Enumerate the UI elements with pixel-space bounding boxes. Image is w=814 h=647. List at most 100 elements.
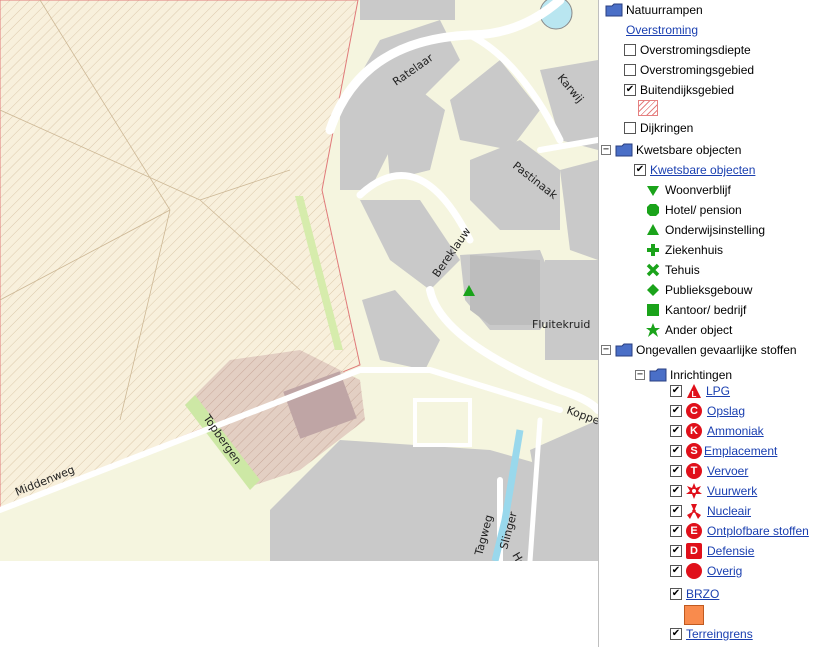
- group-ongevallen[interactable]: − Ongevallen gevaarlijke stoffen: [601, 340, 797, 360]
- layer-label: Overstromingsdiepte: [640, 43, 751, 57]
- layer-row[interactable]: Overstromingsdiepte: [624, 40, 751, 60]
- legend-item: Tehuis: [645, 260, 700, 280]
- layer-row[interactable]: D Defensie: [670, 541, 754, 561]
- map-view[interactable]: Ratelaar Karwij Pastinaak Bereklauw Flui…: [0, 0, 598, 561]
- group-label-ongevallen: Ongevallen gevaarlijke stoffen: [636, 343, 797, 357]
- link-opslag[interactable]: Opslag: [707, 404, 745, 418]
- legend-item: Kantoor/ bedrijf: [645, 300, 746, 320]
- ammoniak-circle-icon: K: [686, 423, 702, 439]
- checkbox-checked[interactable]: [670, 588, 682, 600]
- overig-circle-icon: [686, 563, 702, 579]
- group-label-inrichtingen: Inrichtingen: [670, 368, 733, 382]
- group-kwetsbare[interactable]: − Kwetsbare objecten: [601, 140, 741, 160]
- svg-text:L: L: [692, 390, 697, 399]
- legend-item-label: Kantoor/ bedrijf: [665, 303, 747, 317]
- link-overstroming[interactable]: Overstroming: [626, 23, 698, 37]
- legend-item: Ander object: [645, 320, 732, 340]
- layer-row[interactable]: S Emplacement: [670, 441, 777, 461]
- checkbox-checked[interactable]: [670, 425, 682, 437]
- legend-item-label: Publieksgebouw: [665, 283, 753, 297]
- folder-icon: [605, 3, 623, 17]
- collapse-toggle-icon[interactable]: −: [635, 370, 645, 380]
- link-vervoer[interactable]: Vervoer: [707, 464, 748, 478]
- group-natuurrampen[interactable]: Natuurrampen: [605, 0, 703, 20]
- layer-row[interactable]: T Vervoer: [670, 461, 748, 481]
- star-icon: [646, 323, 660, 337]
- layer-row[interactable]: C Opslag: [670, 401, 745, 421]
- octagon-icon: [647, 204, 659, 216]
- layer-row[interactable]: Overstromingsgebied: [624, 60, 754, 80]
- checkbox-checked[interactable]: [670, 385, 682, 397]
- link-terreingrens[interactable]: Terreingrens: [686, 627, 753, 641]
- cross-icon: [646, 263, 660, 277]
- checkbox-checked[interactable]: [670, 565, 682, 577]
- layer-row[interactable]: Kwetsbare objecten: [634, 160, 755, 180]
- legend-item-label: Onderwijsinstelling: [665, 223, 766, 237]
- legend-item: Ziekenhuis: [645, 240, 723, 260]
- link-lpg[interactable]: LPG: [706, 384, 730, 398]
- buitendijks-swatch: [638, 100, 658, 116]
- road-label-fluitekruid: Fluitekruid: [532, 318, 590, 331]
- checkbox[interactable]: [624, 44, 636, 56]
- layer-row[interactable]: L LPG: [670, 381, 730, 401]
- checkbox-checked[interactable]: [670, 445, 682, 457]
- legend-item-label: Ander object: [665, 323, 733, 337]
- layer-row[interactable]: BRZO: [670, 584, 719, 604]
- map-canvas[interactable]: Ratelaar Karwij Pastinaak Bereklauw Flui…: [0, 0, 598, 561]
- group-label-kwetsbare: Kwetsbare objecten: [636, 143, 742, 157]
- collapse-toggle-icon[interactable]: −: [601, 345, 611, 355]
- legend-item: Publieksgebouw: [645, 280, 752, 300]
- checkbox-checked[interactable]: [670, 465, 682, 477]
- lpg-triangle-icon: L: [687, 384, 701, 399]
- triangle-up-icon: [647, 224, 659, 235]
- collapse-toggle-icon[interactable]: −: [601, 145, 611, 155]
- plus-icon: [647, 244, 659, 256]
- checkbox[interactable]: [624, 122, 636, 134]
- folder-icon: [615, 143, 633, 157]
- legend-item-label: Tehuis: [665, 263, 700, 277]
- checkbox-checked[interactable]: [634, 164, 646, 176]
- checkbox-checked[interactable]: [670, 485, 682, 497]
- link-defensie[interactable]: Defensie: [707, 544, 754, 558]
- link-nucleair[interactable]: Nucleair: [707, 504, 751, 518]
- link-vuurwerk[interactable]: Vuurwerk: [707, 484, 757, 498]
- group-label-natuurrampen: Natuurrampen: [626, 3, 703, 17]
- layer-row[interactable]: Terreingrens: [670, 624, 753, 644]
- checkbox[interactable]: [624, 64, 636, 76]
- layer-row[interactable]: E Ontplofbare stoffen: [670, 521, 809, 541]
- layer-row[interactable]: Overig: [670, 561, 742, 581]
- vuurwerk-burst-icon: [686, 483, 702, 499]
- link-ammoniak[interactable]: Ammoniak: [707, 424, 764, 438]
- layer-row[interactable]: K Ammoniak: [670, 421, 764, 441]
- brzo-swatch: [684, 605, 704, 625]
- diamond-icon: [647, 284, 659, 296]
- link-overig[interactable]: Overig: [707, 564, 742, 578]
- legend-item: Onderwijsinstelling: [645, 220, 765, 240]
- checkbox-checked[interactable]: [670, 545, 682, 557]
- link-emplacement[interactable]: Emplacement: [704, 444, 777, 458]
- ontplofbare-circle-icon: E: [686, 523, 702, 539]
- layer-row[interactable]: Buitendijksgebied: [624, 80, 734, 100]
- defensie-square-icon: D: [686, 543, 702, 559]
- checkbox-checked[interactable]: [670, 405, 682, 417]
- checkbox-checked[interactable]: [670, 525, 682, 537]
- folder-icon: [649, 368, 667, 382]
- layer-label: Buitendijksgebied: [640, 83, 735, 97]
- checkbox-checked[interactable]: [670, 628, 682, 640]
- layer-row[interactable]: Nucleair: [670, 501, 751, 521]
- square-icon: [647, 304, 659, 316]
- layer-row[interactable]: Vuurwerk: [670, 481, 757, 501]
- legend-item-label: Hotel/ pension: [665, 203, 742, 217]
- checkbox-checked[interactable]: [624, 84, 636, 96]
- legend-panel: Natuurrampen Overstroming Overstromingsd…: [598, 0, 814, 647]
- layer-row[interactable]: Dijkringen: [624, 118, 693, 138]
- opslag-circle-icon: C: [686, 403, 702, 419]
- legend-item: Woonverblijf: [645, 180, 731, 200]
- link-brzo[interactable]: BRZO: [686, 587, 719, 601]
- link-kwetsbare-objecten[interactable]: Kwetsbare objecten: [650, 163, 755, 177]
- folder-icon: [615, 343, 633, 357]
- vervoer-circle-icon: T: [686, 463, 702, 479]
- checkbox-checked[interactable]: [670, 505, 682, 517]
- link-ontplofbare-stoffen[interactable]: Ontplofbare stoffen: [707, 524, 809, 538]
- emplacement-circle-icon: S: [686, 443, 702, 459]
